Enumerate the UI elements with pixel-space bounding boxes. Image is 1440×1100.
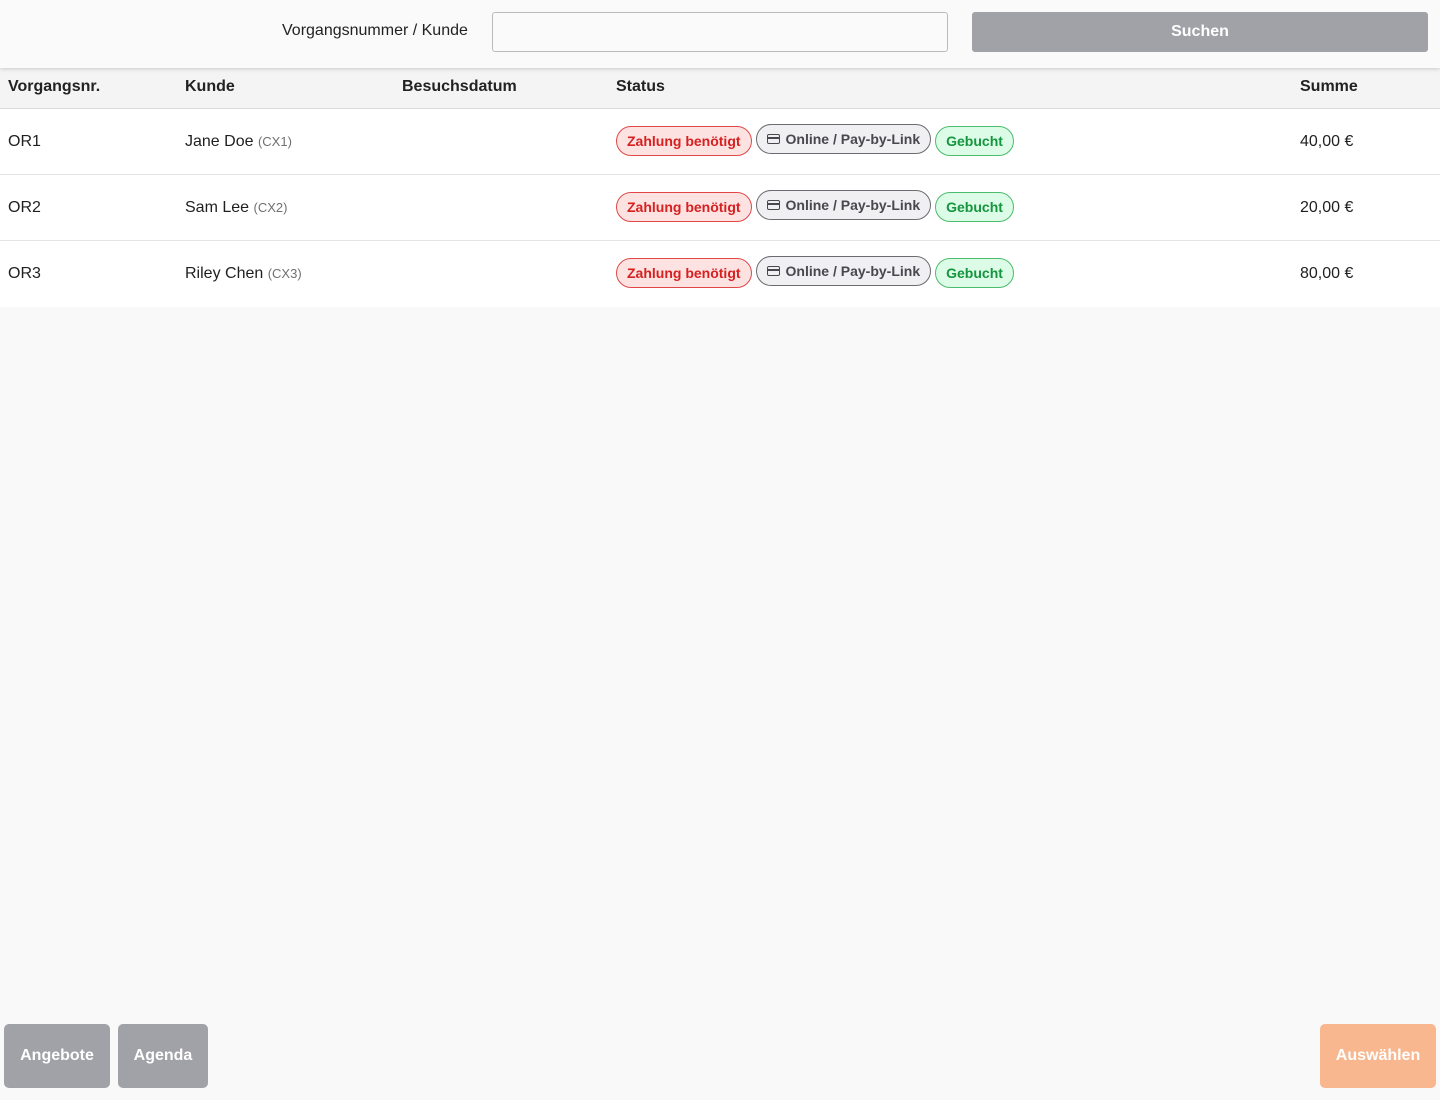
search-bar: Vorgangsnummer / Kunde Suchen xyxy=(0,0,1440,68)
customer-id: (CX3) xyxy=(267,266,302,281)
order-number: OR1 xyxy=(8,133,41,150)
column-header-visit-date[interactable]: Besuchsdatum xyxy=(402,78,517,96)
status-badges: Zahlung benötigt Online / Pay-by-Link Ge… xyxy=(616,190,1014,222)
select-button[interactable]: Auswählen xyxy=(1320,1024,1436,1088)
order-total: 80,00 € xyxy=(1300,265,1354,282)
column-header-status[interactable]: Status xyxy=(616,78,665,96)
customer-name: Sam Lee xyxy=(185,199,250,216)
customer-id: (CX1) xyxy=(257,134,292,149)
booking-status-badge: Gebucht xyxy=(935,192,1014,222)
table-header: Vorgangsnr. Kunde Besuchsdatum Status Su… xyxy=(0,68,1440,109)
credit-card-icon xyxy=(766,200,780,210)
customer-id: (CX2) xyxy=(253,200,288,215)
search-label: Vorgangsnummer / Kunde xyxy=(282,22,468,39)
payment-method-label: Online / Pay-by-Link xyxy=(785,197,921,213)
agenda-button[interactable]: Agenda xyxy=(118,1024,208,1088)
order-number: OR3 xyxy=(8,265,41,282)
table-row[interactable]: OR1 Jane Doe (CX1) Zahlung benötigt Onli… xyxy=(0,109,1440,175)
payment-method-label: Online / Pay-by-Link xyxy=(785,263,921,279)
payment-method-badge: Online / Pay-by-Link xyxy=(755,256,932,286)
status-badges: Zahlung benötigt Online / Pay-by-Link Ge… xyxy=(616,256,1014,288)
orders-table: Vorgangsnr. Kunde Besuchsdatum Status Su… xyxy=(0,68,1440,307)
table-row[interactable]: OR2 Sam Lee (CX2) Zahlung benötigt Onlin… xyxy=(0,175,1440,241)
status-badges: Zahlung benötigt Online / Pay-by-Link Ge… xyxy=(616,124,1014,156)
payment-status-badge: Zahlung benötigt xyxy=(616,192,752,222)
column-header-customer[interactable]: Kunde xyxy=(185,78,235,96)
order-number: OR2 xyxy=(8,199,41,216)
order-total: 20,00 € xyxy=(1300,199,1354,216)
booking-status-badge: Gebucht xyxy=(935,126,1014,156)
payment-method-badge: Online / Pay-by-Link xyxy=(755,190,932,220)
customer-cell: Riley Chen (CX3) xyxy=(185,265,302,283)
customer-name: Jane Doe xyxy=(185,133,254,150)
credit-card-icon xyxy=(766,266,780,276)
offers-button[interactable]: Angebote xyxy=(4,1024,110,1088)
search-button[interactable]: Suchen xyxy=(972,12,1428,52)
table-row[interactable]: OR3 Riley Chen (CX3) Zahlung benötigt On… xyxy=(0,241,1440,307)
customer-name: Riley Chen xyxy=(185,265,264,282)
booking-status-badge: Gebucht xyxy=(935,258,1014,288)
column-header-number[interactable]: Vorgangsnr. xyxy=(8,78,100,96)
payment-method-badge: Online / Pay-by-Link xyxy=(755,124,932,154)
payment-status-badge: Zahlung benötigt xyxy=(616,258,752,288)
credit-card-icon xyxy=(766,134,780,144)
customer-cell: Sam Lee (CX2) xyxy=(185,199,287,217)
order-total: 40,00 € xyxy=(1300,133,1354,150)
customer-cell: Jane Doe (CX1) xyxy=(185,133,292,151)
column-header-total[interactable]: Summe xyxy=(1300,78,1358,96)
search-input[interactable] xyxy=(492,12,948,52)
payment-method-label: Online / Pay-by-Link xyxy=(785,131,921,147)
payment-status-badge: Zahlung benötigt xyxy=(616,126,752,156)
